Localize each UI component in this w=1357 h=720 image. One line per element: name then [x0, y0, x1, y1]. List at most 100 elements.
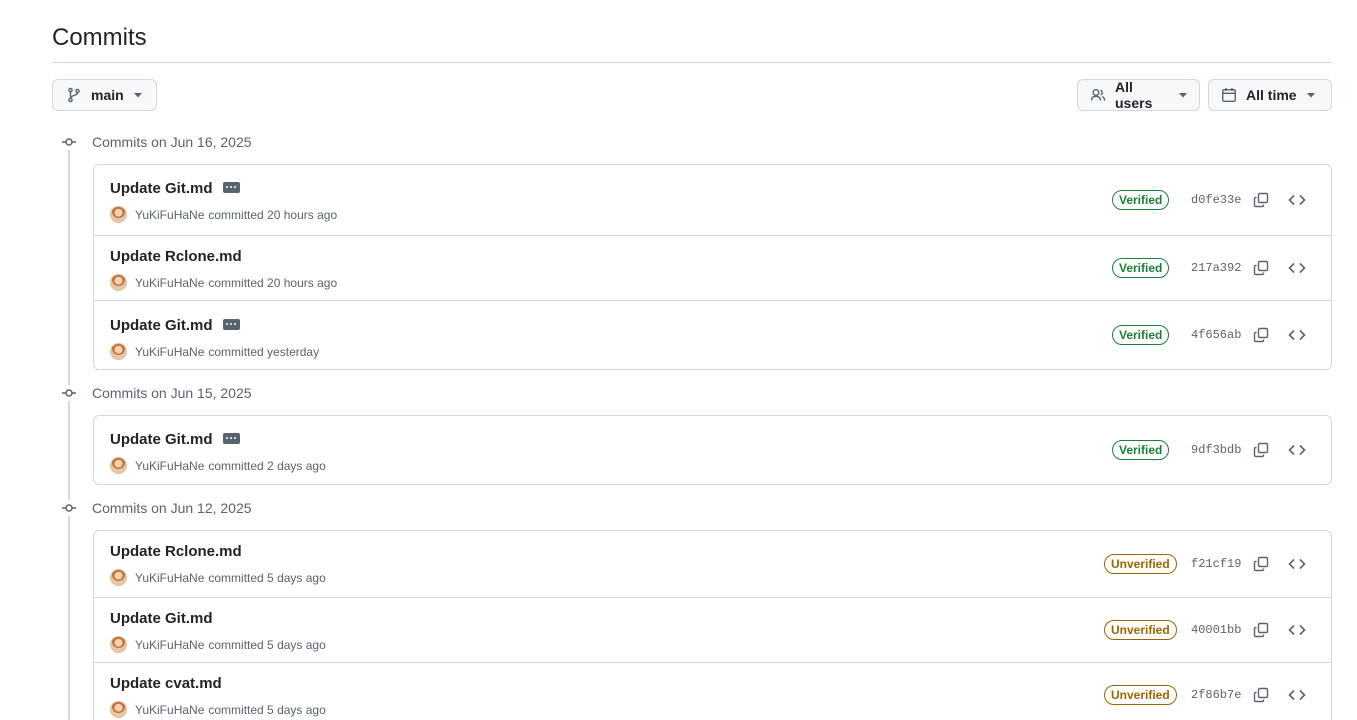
copy-icon[interactable] [1252, 621, 1270, 639]
commit-row: Update Rclone.md YuKiFuHaNe committed 20… [94, 235, 1331, 300]
branch-label: main [91, 87, 124, 103]
verified-badge[interactable]: Verified [1112, 258, 1170, 278]
commit-row: Update cvat.md YuKiFuHaNe committed 5 da… [94, 662, 1331, 720]
avatar[interactable] [110, 636, 127, 653]
commit-meta: YuKiFuHaNe committed yesterday [110, 343, 319, 360]
commit-sha-link[interactable]: f21cf19 [1191, 557, 1241, 571]
avatar[interactable] [110, 343, 127, 360]
commit-sha-link[interactable]: 9df3bdb [1191, 443, 1241, 457]
commit-time: committed 5 days ago [208, 570, 326, 585]
author-link[interactable]: YuKiFuHaNe [135, 638, 204, 652]
verified-badge[interactable]: Verified [1112, 325, 1170, 345]
author-link[interactable]: YuKiFuHaNe [135, 345, 204, 359]
commit-sha-link[interactable]: d0fe33e [1191, 193, 1241, 207]
commit-meta: YuKiFuHaNe committed 5 days ago [110, 701, 326, 718]
triangle-down-icon [1306, 92, 1315, 98]
commit-group-heading: Commits on Jun 12, 2025 [51, 498, 252, 518]
code-icon[interactable] [1287, 621, 1307, 639]
copy-icon[interactable] [1252, 191, 1270, 209]
commit-message-link[interactable]: Update Git.md [110, 180, 213, 198]
commit-row: Update Git.md YuKiFuHaNe committed 5 day… [94, 597, 1331, 662]
commit-time: committed 5 days ago [208, 637, 326, 652]
commit-message-line: Update cvat.md [110, 675, 222, 693]
author-link[interactable]: YuKiFuHaNe [135, 571, 204, 585]
code-icon[interactable] [1287, 686, 1307, 704]
avatar[interactable] [110, 701, 127, 718]
triangle-down-icon [133, 92, 142, 98]
unverified-badge[interactable]: Unverified [1104, 620, 1177, 640]
commit-list: Update Git.md YuKiFuHaNe committed 2 day… [93, 415, 1332, 485]
verified-badge[interactable]: Verified [1112, 190, 1170, 210]
code-icon[interactable] [1287, 326, 1307, 344]
code-icon[interactable] [1287, 259, 1307, 277]
avatar[interactable] [110, 274, 127, 291]
commit-row: Update Rclone.md YuKiFuHaNe committed 5 … [94, 531, 1331, 597]
avatar[interactable] [110, 206, 127, 223]
code-icon[interactable] [1287, 191, 1307, 209]
title-divider [52, 62, 1332, 63]
commit-message-line: Update Git.md [110, 317, 240, 335]
commit-time: committed 20 hours ago [208, 207, 338, 222]
commit-message-link[interactable]: Update Rclone.md [110, 248, 242, 266]
time-filter-button[interactable]: All time [1208, 79, 1332, 111]
commit-message-link[interactable]: Update Rclone.md [110, 543, 242, 561]
triangle-down-icon [1179, 92, 1187, 98]
commit-group-date: Commits on Jun 16, 2025 [92, 134, 252, 150]
commit-message-link[interactable]: Update Git.md [110, 431, 213, 449]
kebab-horizontal-icon[interactable] [222, 318, 240, 330]
users-filter-label: All users [1115, 79, 1153, 111]
commit-message-link[interactable]: Update cvat.md [110, 675, 222, 693]
code-icon[interactable] [1287, 441, 1307, 459]
verified-badge[interactable]: Verified [1112, 440, 1170, 460]
commit-group-heading: Commits on Jun 15, 2025 [51, 383, 252, 403]
commit-time: committed 5 days ago [208, 702, 326, 717]
commit-row: Update Git.md YuKiFuHaNe committed 20 ho… [94, 165, 1331, 235]
copy-icon[interactable] [1252, 326, 1270, 344]
commit-sha-link[interactable]: 4f656ab [1191, 328, 1241, 342]
commit-time: committed 2 days ago [208, 458, 326, 473]
commit-sha-link[interactable]: 217a392 [1191, 261, 1241, 275]
copy-icon[interactable] [1252, 441, 1270, 459]
git-branch-icon [66, 87, 82, 103]
commit-message-line: Update Rclone.md [110, 248, 242, 266]
avatar[interactable] [110, 569, 127, 586]
author-link[interactable]: YuKiFuHaNe [135, 208, 204, 222]
commit-time: committed 20 hours ago [208, 275, 338, 290]
copy-icon[interactable] [1252, 555, 1270, 573]
commit-message-link[interactable]: Update Git.md [110, 610, 213, 628]
commit-message-line: Update Git.md [110, 431, 240, 449]
timeline-line [68, 150, 70, 720]
commit-meta: YuKiFuHaNe committed 5 days ago [110, 569, 326, 586]
branch-select-button[interactable]: main [52, 79, 157, 111]
kebab-horizontal-icon[interactable] [222, 432, 240, 444]
users-filter-button[interactable]: All users [1077, 79, 1200, 111]
commit-meta: YuKiFuHaNe committed 5 days ago [110, 636, 326, 653]
people-icon [1090, 87, 1106, 103]
author-link[interactable]: YuKiFuHaNe [135, 459, 204, 473]
commit-message-line: Update Git.md [110, 180, 240, 198]
commit-meta: YuKiFuHaNe committed 20 hours ago [110, 206, 337, 223]
author-link[interactable]: YuKiFuHaNe [135, 276, 204, 290]
calendar-icon [1221, 87, 1237, 103]
commit-group-date: Commits on Jun 15, 2025 [92, 385, 252, 401]
code-icon[interactable] [1287, 555, 1307, 573]
git-commit-icon [51, 134, 87, 150]
commit-sha-link[interactable]: 40001bb [1191, 623, 1241, 637]
commit-group-date: Commits on Jun 12, 2025 [92, 500, 252, 516]
commit-message-line: Update Rclone.md [110, 543, 242, 561]
author-link[interactable]: YuKiFuHaNe [135, 703, 204, 717]
avatar[interactable] [110, 457, 127, 474]
commit-sha-link[interactable]: 2f86b7e [1191, 688, 1241, 702]
kebab-horizontal-icon[interactable] [222, 181, 240, 193]
copy-icon[interactable] [1252, 686, 1270, 704]
commit-meta: YuKiFuHaNe committed 20 hours ago [110, 274, 337, 291]
git-commit-icon [51, 500, 87, 516]
unverified-badge[interactable]: Unverified [1104, 554, 1177, 574]
commit-message-link[interactable]: Update Git.md [110, 317, 213, 335]
commit-meta: YuKiFuHaNe committed 2 days ago [110, 457, 326, 474]
git-commit-icon [51, 385, 87, 401]
commit-row: Update Git.md YuKiFuHaNe committed yeste… [94, 300, 1331, 369]
copy-icon[interactable] [1252, 259, 1270, 277]
commit-time: committed yesterday [208, 344, 320, 359]
unverified-badge[interactable]: Unverified [1104, 685, 1177, 705]
